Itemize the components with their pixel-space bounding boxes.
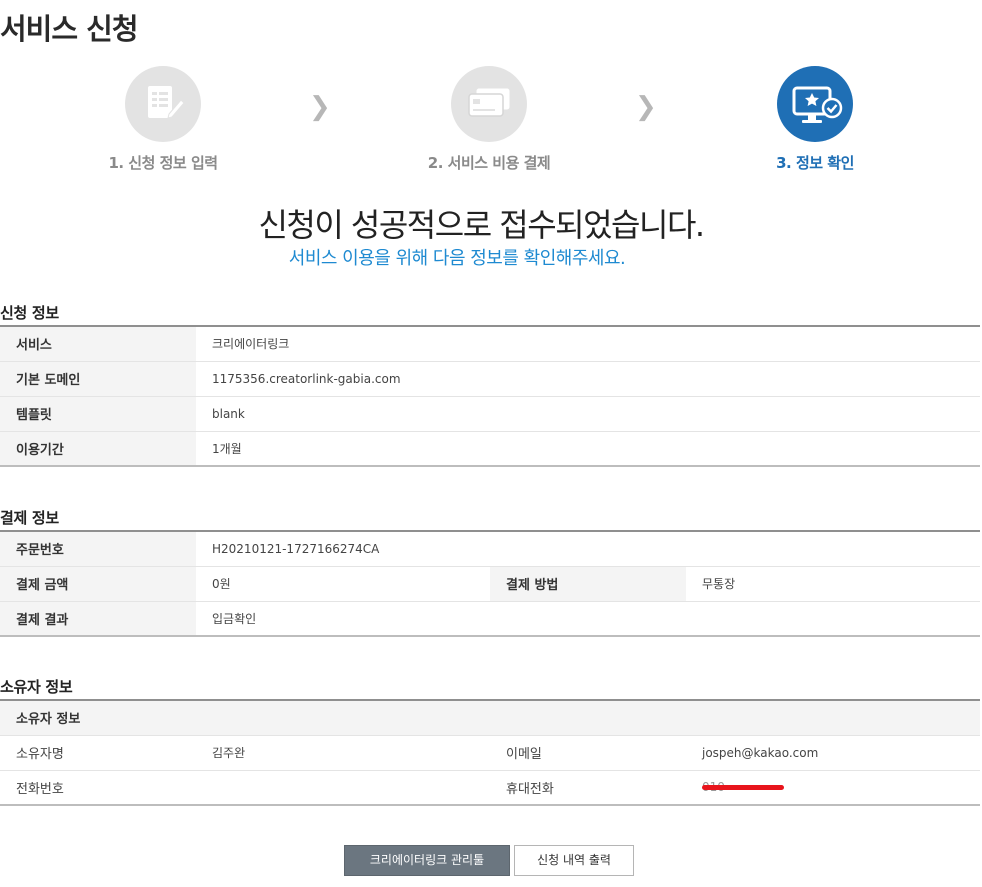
row-label: 기본 도메인	[0, 361, 196, 397]
payment-method-label: 결제 방법	[490, 566, 686, 602]
table-row: 이용기간 1개월	[0, 431, 980, 466]
step-circle	[777, 66, 853, 142]
table-row: 결제 결과 입금확인	[0, 601, 980, 636]
payment-amount-label: 결제 금액	[0, 566, 196, 602]
print-history-button[interactable]: 신청 내역 출력	[514, 845, 634, 876]
owner-table-header: 소유자 정보	[0, 700, 980, 736]
mobile-label: 휴대전화	[506, 781, 554, 797]
row-value: 1175356.creatorlink-gabia.com	[196, 361, 980, 397]
payment-info-table: 주문번호 H20210121-1727166274CA 결제 금액 0원 결제 …	[0, 530, 980, 637]
step-label: 2. 서비스 비용 결제	[427, 154, 551, 172]
table-row: 전화번호 휴대전화 010-	[0, 770, 980, 805]
phone-value	[196, 770, 490, 805]
step-circle	[125, 66, 201, 142]
manage-tool-button[interactable]: 크리에이터링크 관리툴	[344, 845, 510, 876]
email-label: 이메일	[490, 735, 686, 771]
success-subline: 서비스 이용을 위해 다음 정보를 확인해주세요.	[288, 248, 626, 269]
payment-amount-value: 0원	[196, 566, 490, 602]
owner-name-value: 김주완	[196, 735, 490, 771]
redaction-mark	[702, 785, 784, 791]
order-number-label: 주문번호	[0, 531, 196, 567]
row-label: 서비스	[0, 326, 196, 362]
chevron-right-icon: ❯	[635, 92, 657, 122]
payment-result-label: 결제 결과	[0, 601, 196, 636]
payment-section-title: 결제 정보	[0, 509, 59, 527]
row-value: 1개월	[212, 441, 242, 456]
form-edit-icon	[148, 86, 185, 119]
table-row: 서비스 크리에이터링크	[0, 326, 980, 362]
step-circle	[451, 66, 527, 142]
row-label: 이용기간	[0, 431, 196, 466]
step-confirm: 3. 정보 확인	[715, 66, 915, 173]
step-label: 3. 정보 확인	[776, 154, 854, 172]
table-row: 기본 도메인 1175356.creatorlink-gabia.com	[0, 361, 980, 397]
row-label: 템플릿	[0, 396, 196, 432]
table-row: 소유자명 김주완 이메일 jospeh@kakao.com	[0, 735, 980, 771]
table-row: 템플릿 blank	[0, 396, 980, 432]
step-payment: 2. 서비스 비용 결제	[389, 66, 589, 173]
success-headline: 신청이 성공적으로 접수되었습니다.	[258, 206, 705, 244]
payment-result-value: 입금확인	[212, 611, 257, 626]
phone-label: 전화번호	[16, 781, 64, 797]
chevron-right-icon: ❯	[309, 92, 331, 122]
order-number-value: H20210121-1727166274CA	[196, 531, 980, 567]
step-apply-info: 1. 신청 정보 입력	[63, 66, 263, 173]
step-label: 1. 신청 정보 입력	[108, 154, 218, 172]
table-row: 소유자 정보	[0, 700, 980, 736]
monitor-check-icon	[792, 86, 843, 123]
table-row: 주문번호 H20210121-1727166274CA	[0, 531, 980, 567]
page-title: 서비스 신청	[0, 12, 138, 46]
table-row: 결제 금액 0원 결제 방법 무통장	[0, 566, 980, 602]
owner-section-title: 소유자 정보	[0, 678, 73, 696]
application-section-title: 신청 정보	[0, 304, 59, 322]
owner-info-table: 소유자 정보 소유자명 김주완 이메일 jospeh@kakao.com 전화번…	[0, 699, 980, 806]
mobile-value-cell: 010-	[686, 770, 980, 805]
row-value: 크리에이터링크	[196, 326, 980, 362]
email-value: jospeh@kakao.com	[686, 735, 980, 771]
application-info-table: 서비스 크리에이터링크 기본 도메인 1175356.creatorlink-g…	[0, 325, 980, 467]
owner-name-label: 소유자명	[0, 735, 196, 771]
credit-card-icon	[468, 87, 511, 117]
payment-method-value: 무통장	[686, 566, 980, 602]
row-value: blank	[196, 396, 980, 432]
